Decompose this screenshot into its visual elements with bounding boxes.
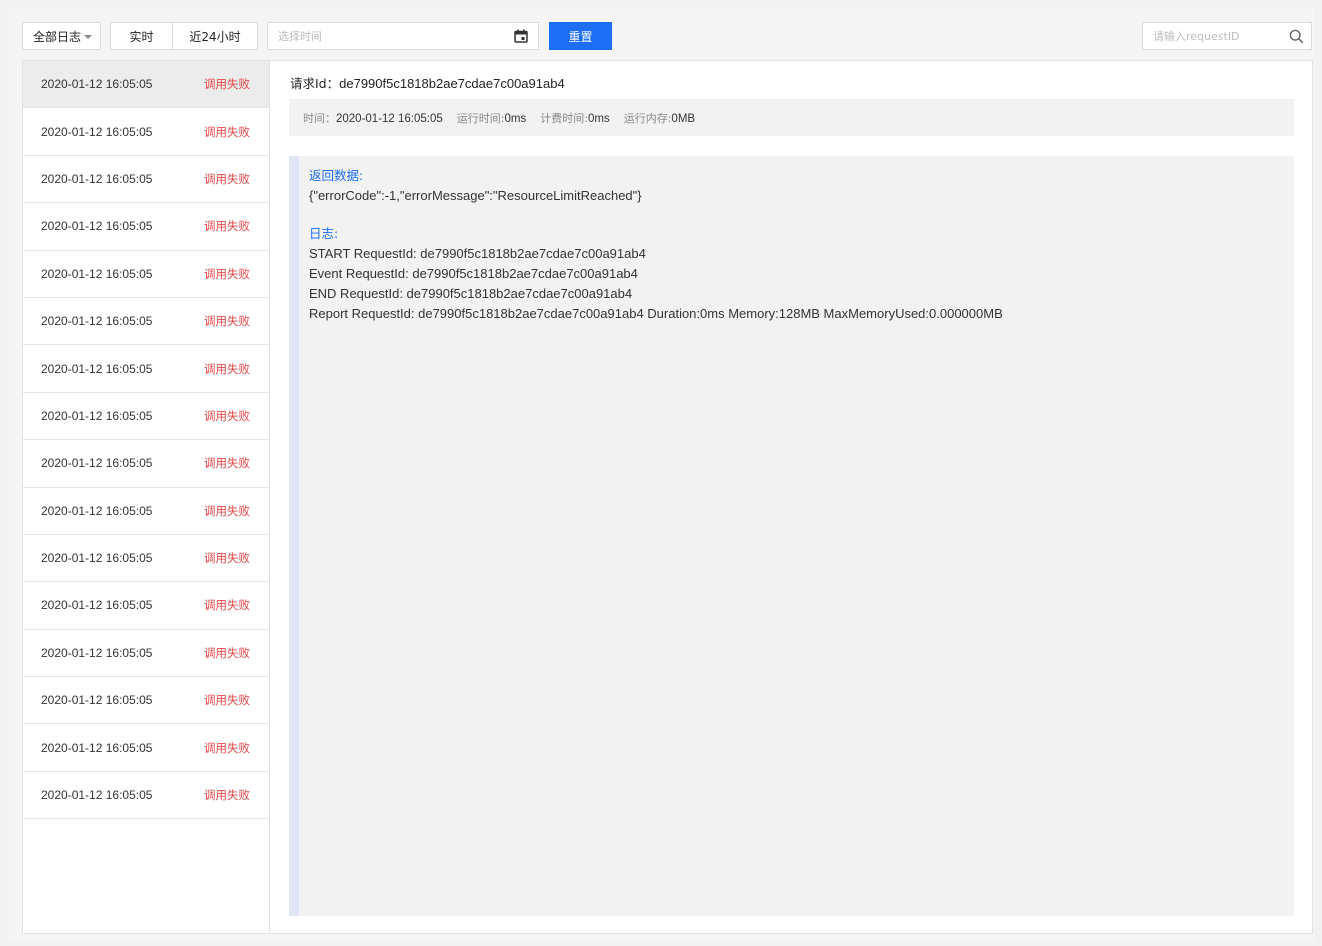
request-id-label: 请求Id：: [290, 76, 340, 91]
log-list-item[interactable]: 2020-01-12 16:05:05 调用失败: [23, 724, 269, 772]
meta-memory-label: 运行内存:: [623, 111, 672, 125]
log-item-time: 2020-01-12 16:05:05: [41, 456, 153, 471]
log-item-status: 调用失败: [204, 693, 250, 708]
log-item-time: 2020-01-12 16:05:05: [41, 314, 153, 329]
log-list-item[interactable]: 2020-01-12 16:05:05 调用失败: [23, 345, 269, 393]
log-list-item[interactable]: 2020-01-12 16:05:05 调用失败: [23, 677, 269, 725]
log-item-status: 调用失败: [204, 503, 250, 518]
request-id-search-input[interactable]: 请输入requestID: [1142, 22, 1312, 50]
return-data-value: {"errorCode":-1,"errorMessage":"Resource…: [309, 188, 642, 203]
log-filter-label: 全部日志: [33, 29, 82, 44]
request-id-value: de7990f5c1818b2ae7cdae7c00a91ab4: [339, 76, 565, 91]
log-list-item[interactable]: 2020-01-12 16:05:05 调用失败: [23, 630, 269, 678]
log-item-status: 调用失败: [204, 598, 250, 613]
log-item-time: 2020-01-12 16:05:05: [41, 219, 153, 234]
log-line: Report RequestId: de7990f5c1818b2ae7cdae…: [309, 306, 1003, 321]
toolbar: 全部日志 实时 近24小时 选择时间 重置 请输入requestID: [22, 22, 1312, 50]
last-24h-button[interactable]: 近24小时: [172, 22, 258, 50]
log-item-time: 2020-01-12 16:05:05: [41, 740, 153, 755]
meta-memory: 运行内存:0MB: [624, 110, 695, 126]
log-list-item[interactable]: 2020-01-12 16:05:05 调用失败: [23, 108, 269, 156]
log-item-status: 调用失败: [204, 219, 250, 234]
meta-billed-time-label: 计费时间:: [540, 111, 588, 125]
log-item-time: 2020-01-12 16:05:05: [41, 788, 153, 803]
log-item-status: 调用失败: [204, 124, 250, 139]
log-line: END RequestId: de7990f5c1818b2ae7cdae7c0…: [309, 286, 633, 301]
log-item-time: 2020-01-12 16:05:05: [41, 361, 153, 376]
log-item-status: 调用失败: [204, 456, 250, 471]
log-list-item[interactable]: 2020-01-12 16:05:05 调用失败: [23, 61, 269, 109]
log-label: 日志:: [309, 226, 339, 241]
log-item-time: 2020-01-12 16:05:05: [41, 551, 153, 566]
log-item-time: 2020-01-12 16:05:05: [41, 77, 153, 92]
log-item-status: 调用失败: [204, 171, 250, 186]
log-list-item[interactable]: 2020-01-12 16:05:05 调用失败: [23, 156, 269, 204]
log-item-time: 2020-01-12 16:05:05: [41, 598, 153, 613]
log-item-time: 2020-01-12 16:05:05: [41, 645, 153, 660]
log-item-status: 调用失败: [204, 408, 250, 423]
date-picker-input[interactable]: 选择时间: [267, 22, 539, 50]
meta-billed-time-value: 0ms: [587, 112, 610, 125]
log-item-status: 调用失败: [204, 361, 250, 376]
realtime-button[interactable]: 实时: [110, 22, 173, 50]
reset-button[interactable]: 重置: [549, 22, 612, 50]
log-item-status: 调用失败: [204, 266, 250, 281]
log-list-item[interactable]: 2020-01-12 16:05:05 调用失败: [23, 203, 269, 251]
log-content: 返回数据: {"errorCode":-1,"errorMessage":"Re…: [309, 166, 1284, 324]
log-item-time: 2020-01-12 16:05:05: [41, 266, 153, 281]
log-item-status: 调用失败: [204, 645, 250, 660]
log-list: 2020-01-12 16:05:05 调用失败 2020-01-12 16:05:…: [22, 60, 270, 934]
log-line: START RequestId: de7990f5c1818b2ae7cdae7…: [309, 246, 646, 261]
meta-run-time: 运行时间:0ms: [457, 110, 526, 126]
log-item-status: 调用失败: [204, 77, 250, 92]
log-item-time: 2020-01-12 16:05:05: [41, 124, 153, 139]
log-item-status: 调用失败: [204, 788, 250, 803]
log-item-time: 2020-01-12 16:05:05: [41, 171, 153, 186]
meta-run-time-label: 运行时间:: [456, 111, 505, 125]
log-item-time: 2020-01-12 16:05:05: [41, 503, 153, 518]
meta-billed-time: 计费时间:0ms: [540, 110, 609, 126]
log-filter-dropdown[interactable]: 全部日志: [22, 22, 101, 50]
search-placeholder: 请输入requestID: [1153, 30, 1240, 43]
log-list-item[interactable]: 2020-01-12 16:05:05 调用失败: [23, 251, 269, 298]
log-list-item[interactable]: 2020-01-12 16:05:05 调用失败: [23, 772, 269, 820]
log-item-time: 2020-01-12 16:05:05: [41, 408, 153, 423]
meta-time-label: 时间：: [303, 111, 336, 125]
log-line: Event RequestId: de7990f5c1818b2ae7cdae7…: [309, 266, 638, 281]
log-list-item[interactable]: 2020-01-12 16:05:05 调用失败: [23, 535, 269, 583]
log-list-item[interactable]: 2020-01-12 16:05:05 调用失败: [23, 582, 269, 630]
search-icon[interactable]: [1289, 29, 1304, 44]
log-item-status: 调用失败: [204, 740, 250, 755]
meta-time-value: 2020-01-12 16:05:05: [336, 112, 443, 125]
log-list-item[interactable]: 2020-01-12 16:05:05 调用失败: [23, 440, 269, 488]
log-content-box: 返回数据: {"errorCode":-1,"errorMessage":"Re…: [289, 156, 1294, 916]
log-detail-panel: 请求Id：de7990f5c1818b2ae7cdae7c00a91ab4 时间…: [270, 60, 1313, 934]
log-list-item[interactable]: 2020-01-12 16:05:05 调用失败: [23, 298, 269, 346]
log-list-item[interactable]: 2020-01-12 16:05:05 调用失败: [23, 488, 269, 535]
return-data-label: 返回数据:: [309, 168, 364, 183]
meta-time: 时间：2020-01-12 16:05:05: [303, 110, 443, 126]
log-item-status: 调用失败: [204, 314, 250, 329]
meta-run-time-value: 0ms: [504, 112, 527, 125]
log-item-time: 2020-01-12 16:05:05: [41, 693, 153, 708]
log-list-item[interactable]: 2020-01-12 16:05:05 调用失败: [23, 393, 269, 441]
calendar-icon[interactable]: [514, 29, 528, 43]
log-item-status: 调用失败: [204, 551, 250, 566]
request-id-title: 请求Id：de7990f5c1818b2ae7cdae7c00a91ab4: [290, 73, 565, 92]
meta-memory-value: 0MB: [671, 112, 696, 125]
request-meta-bar: 时间：2020-01-12 16:05:05 运行时间:0ms 计费时间:0ms…: [289, 99, 1294, 136]
date-picker-placeholder: 选择时间: [278, 30, 322, 43]
chevron-down-icon: [84, 35, 92, 39]
